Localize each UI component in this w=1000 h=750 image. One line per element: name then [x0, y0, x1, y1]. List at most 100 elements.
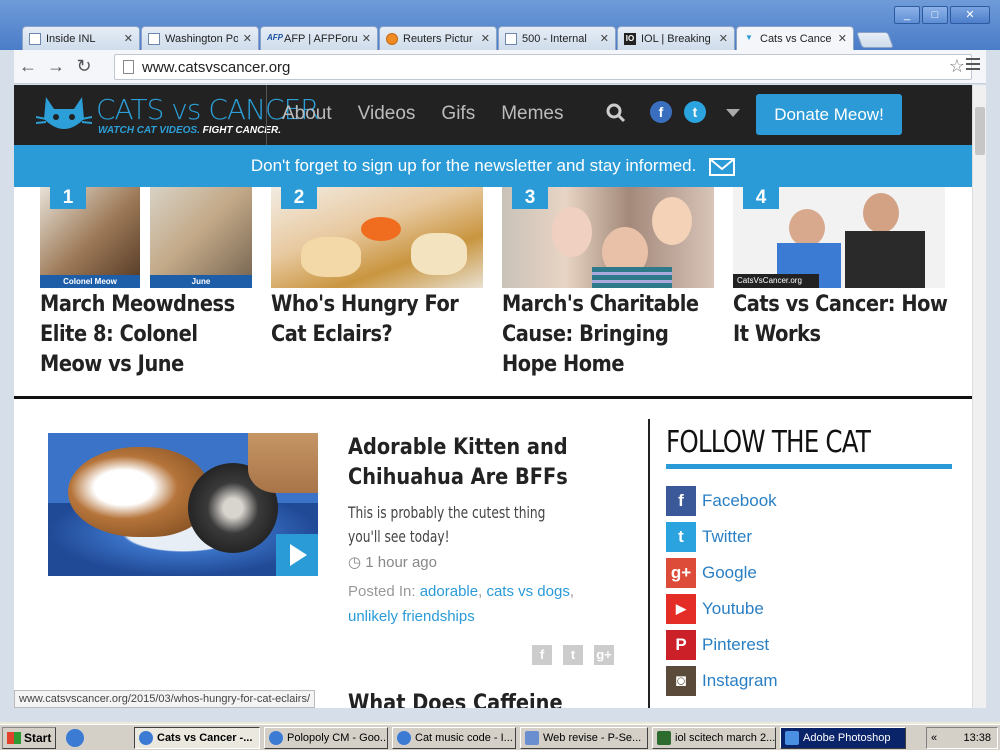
featured-card[interactable]: 2 Who's Hungry For Cat Eclairs?	[271, 187, 483, 350]
social-link-instagram[interactable]: ◙ Instagram	[666, 663, 952, 699]
card-number: 3	[512, 187, 548, 209]
nav-gifs[interactable]: Gifs	[441, 103, 475, 125]
tab-label: Cats vs Cance	[760, 32, 832, 45]
forward-arrow-icon[interactable]: →	[42, 56, 70, 77]
close-tab-icon[interactable]: ✕	[124, 32, 133, 45]
heading-underline	[666, 464, 952, 469]
nav-memes[interactable]: Memes	[501, 103, 563, 125]
facebook-icon[interactable]: f	[650, 101, 672, 123]
app-icon	[525, 730, 539, 745]
close-tab-icon[interactable]: ✕	[481, 32, 490, 45]
chrome-icon	[397, 730, 411, 745]
close-tab-icon[interactable]: ✕	[600, 32, 609, 45]
card-title[interactable]: Cats vs Cancer: How It Works	[733, 290, 953, 350]
facebook-share-icon[interactable]: f	[532, 645, 552, 665]
close-tab-icon[interactable]: ✕	[243, 32, 252, 45]
tag-link[interactable]: unlikely friendships	[348, 608, 475, 625]
search-icon[interactable]	[606, 103, 626, 123]
scrollbar-thumb[interactable]	[975, 107, 985, 155]
card-title[interactable]: March Meowdness Elite 8: Colonel Meow vs…	[40, 290, 260, 380]
social-link-facebook[interactable]: f Facebook	[666, 483, 952, 519]
tab-inside-inl[interactable]: Inside INL ✕	[22, 26, 140, 50]
tab-cats-vs-cancer[interactable]: ▼ Cats vs Cance ✕	[736, 26, 854, 50]
reload-icon[interactable]: ↻	[70, 56, 98, 77]
tab-iol[interactable]: IO IOL | Breaking ✕	[617, 26, 735, 50]
close-window-button[interactable]: ✕	[950, 6, 990, 24]
tray-chevron-icon[interactable]: «	[927, 728, 937, 748]
start-button[interactable]: Start	[2, 726, 56, 749]
social-link-google[interactable]: g+ Google	[666, 555, 952, 591]
card-title[interactable]: Who's Hungry For Cat Eclairs?	[271, 290, 491, 350]
social-label: Pinterest	[702, 635, 770, 654]
taskbar-item[interactable]: Web revise - P-Se...	[520, 726, 648, 749]
tab-afp[interactable]: AFP AFP | AFPForu ✕	[260, 26, 378, 50]
google-share-icon[interactable]: g+	[594, 645, 614, 665]
back-arrow-icon[interactable]: ←	[14, 56, 42, 77]
tagline: WATCH CAT VIDEOS. FIGHT CANCER.	[98, 125, 281, 136]
taskbar-item[interactable]: Cats vs Cancer -...	[134, 726, 260, 749]
featured-card[interactable]: 3 March's Charitable Cause: Bringing Hop…	[502, 187, 714, 380]
social-link-youtube[interactable]: ▶ Youtube	[666, 591, 952, 627]
photo-caption: Colonel Meow	[40, 275, 140, 288]
featured-thumbnail[interactable]: 4 CatsVsCancer.org	[733, 187, 945, 288]
afp-icon: AFP	[267, 32, 283, 42]
twitter-icon[interactable]: t	[684, 101, 706, 123]
new-tab-button[interactable]	[856, 32, 894, 48]
featured-thumbnail[interactable]: 1 Colonel Meow June	[40, 187, 252, 288]
instagram-icon: ◙	[666, 666, 696, 696]
card-number: 2	[281, 187, 317, 209]
article-title[interactable]: Adorable Kitten and Chihuahua Are BFFs	[348, 433, 577, 493]
featured-card[interactable]: 4 CatsVsCancer.org Cats vs Cancer: How I…	[733, 187, 948, 350]
tag-link[interactable]: cats vs dogs	[486, 583, 569, 600]
newsletter-banner[interactable]: Don't forget to sign up for the newslett…	[14, 145, 972, 187]
web-page: CATS vs CANCER WATCH CAT VIDEOS. FIGHT C…	[14, 85, 972, 708]
tab-strip: Inside INL ✕ Washington Po ✕ AFP AFP | AFPF…	[22, 26, 894, 50]
photo-caption: June	[150, 275, 252, 288]
star-icon[interactable]: ☆	[949, 56, 965, 77]
title-bar: _ □ ✕ Inside INL ✕ Washington Po ✕ AFP AFP …	[0, 0, 1000, 50]
minimize-button[interactable]: _	[894, 6, 920, 24]
close-tab-icon[interactable]: ✕	[362, 32, 371, 45]
section-divider	[14, 396, 972, 399]
social-link-twitter[interactable]: t Twitter	[666, 519, 952, 555]
start-label: Start	[24, 730, 52, 745]
chevron-down-icon[interactable]	[726, 109, 740, 117]
cats-icon: ▼	[745, 32, 753, 42]
tab-500-error[interactable]: 500 - Internal ✕	[498, 26, 616, 50]
tag-link[interactable]: adorable	[420, 583, 478, 600]
internet-explorer-icon[interactable]	[66, 728, 84, 747]
tab-washington-post[interactable]: Washington Po ✕	[141, 26, 259, 50]
tab-label: Inside INL	[46, 32, 96, 45]
nav-about[interactable]: About	[282, 103, 332, 125]
tab-reuters[interactable]: Reuters Pictur ✕	[379, 26, 497, 50]
twitter-share-icon[interactable]: t	[563, 645, 583, 665]
url-text: www.catsvscancer.org	[142, 58, 291, 76]
site-logo[interactable]: CATS vs CANCER WATCH CAT VIDEOS. FIGHT C…	[36, 91, 320, 139]
social-link-pinterest[interactable]: P Pinterest	[666, 627, 952, 663]
donate-button[interactable]: Donate Meow!	[756, 94, 902, 135]
image-icon	[657, 730, 671, 745]
taskbar-item[interactable]: Polopoly CM - Goo...	[264, 726, 388, 749]
address-bar[interactable]: www.catsvscancer.org ☆	[114, 54, 972, 80]
page-scrollbar[interactable]	[972, 85, 986, 708]
nav-videos[interactable]: Videos	[358, 103, 416, 125]
taskbar-item[interactable]: iol scitech march 2...	[652, 726, 776, 749]
page-icon	[123, 60, 134, 74]
play-button[interactable]	[276, 534, 318, 576]
featured-thumbnail[interactable]: 2	[271, 187, 483, 288]
reuters-icon	[386, 32, 398, 45]
next-article-title[interactable]: What Does Caffeine Do	[348, 691, 594, 708]
mail-icon	[709, 157, 736, 176]
card-title[interactable]: March's Charitable Cause: Bringing Hope …	[502, 290, 722, 380]
follow-sidebar: FOLLOW THE CAT f Facebook t Twitter g+ Goog…	[666, 425, 952, 699]
featured-card[interactable]: 1 Colonel Meow June March Meowdness Elit…	[40, 187, 252, 380]
featured-thumbnail[interactable]: 3	[502, 187, 714, 288]
close-tab-icon[interactable]: ✕	[838, 32, 847, 45]
taskbar-item[interactable]: Adobe Photoshop	[780, 726, 906, 749]
header-divider	[266, 85, 267, 145]
menu-icon[interactable]	[966, 58, 980, 73]
article-video-thumbnail[interactable]	[48, 433, 318, 576]
taskbar-item[interactable]: Cat music code - I...	[392, 726, 516, 749]
maximize-button[interactable]: □	[922, 6, 948, 24]
close-tab-icon[interactable]: ✕	[719, 32, 728, 45]
